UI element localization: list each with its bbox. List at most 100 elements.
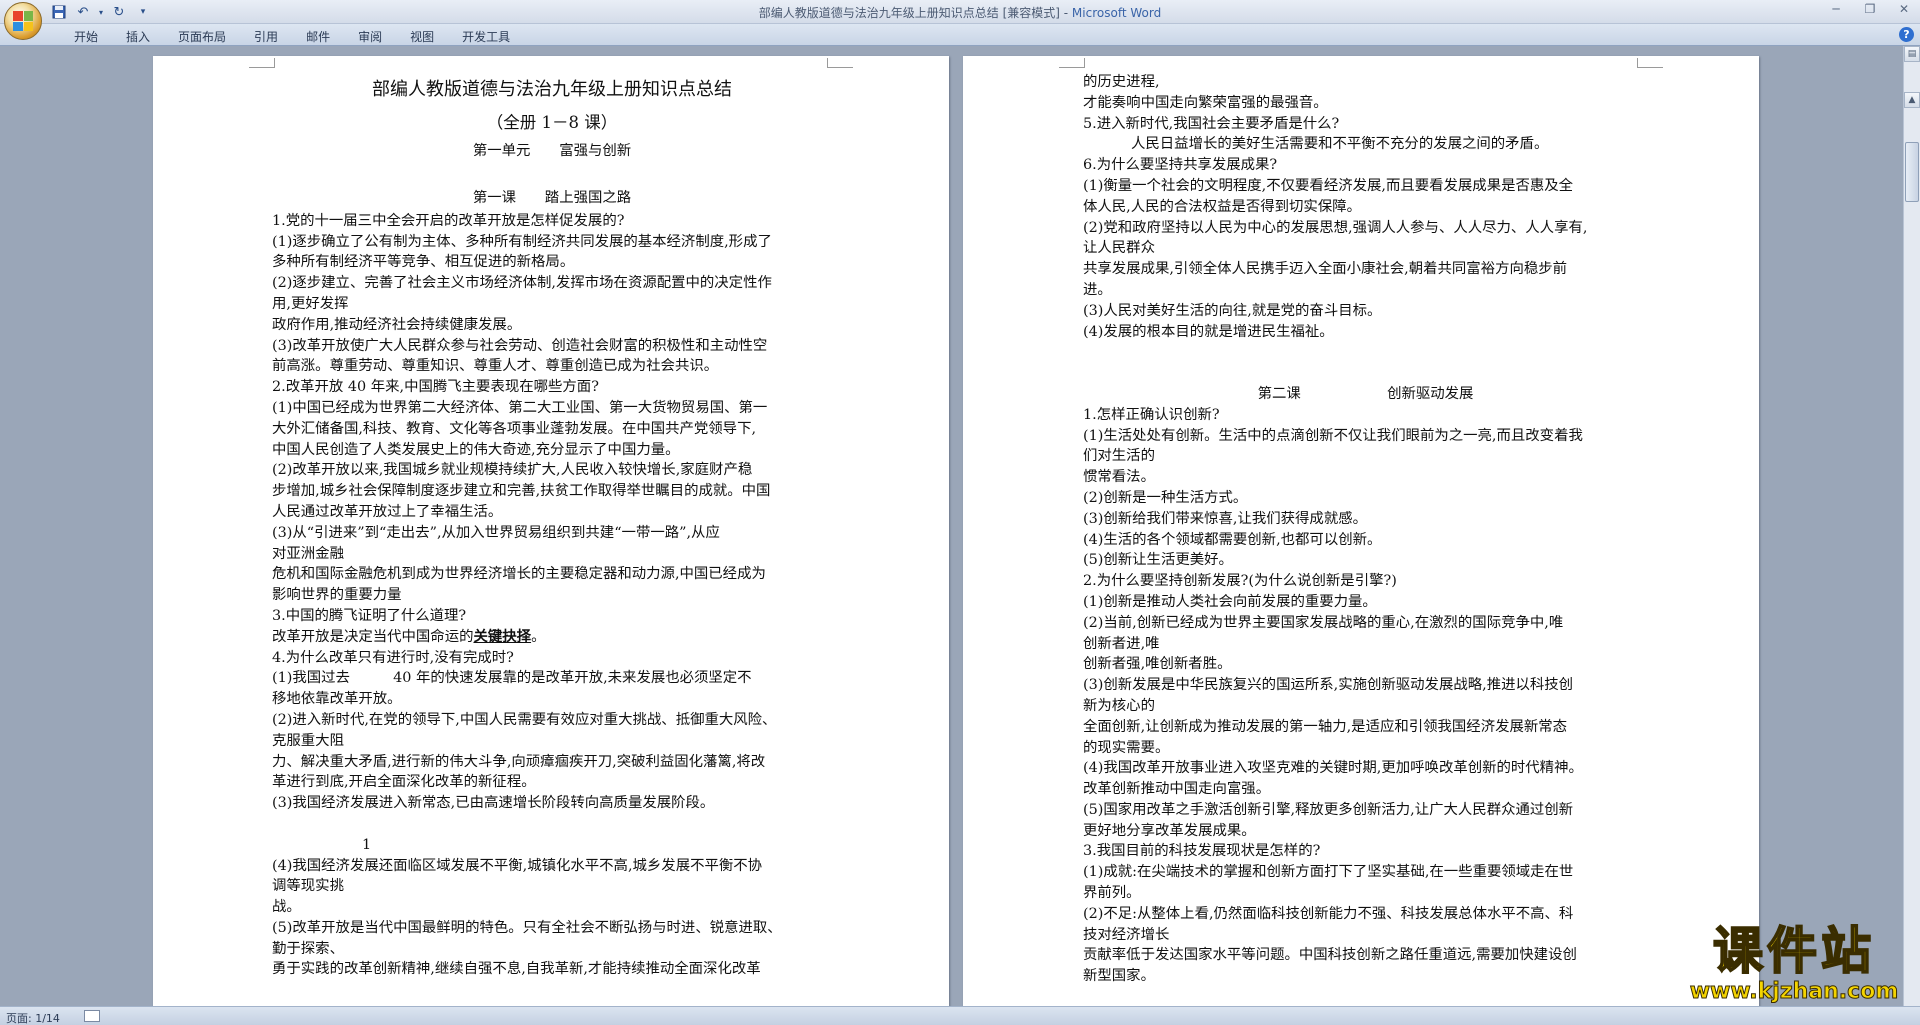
text-line: (4)我国改革开放事业进入攻坚克难的关键时期,更加呼唤改革创新的时代精神。 xyxy=(1083,760,1583,777)
text-line: 让人民群众 xyxy=(1083,240,1155,257)
margin-corner-tl xyxy=(249,58,275,68)
tab-7[interactable]: 视图 xyxy=(396,26,448,47)
text-line: (1)逐步确立了公有制为主体、多种所有制经济共同发展的基本经济制度,形成了 xyxy=(272,233,772,250)
text-line: 改革开放是决定当代中国命运的关键抉择。 xyxy=(272,627,832,648)
text-line: 1.党的十一届三中全会开启的改革开放是怎样促发展的? xyxy=(272,212,625,229)
office-button[interactable] xyxy=(4,2,42,40)
text-line: 5.进入新时代,我国社会主要矛盾是什么? xyxy=(1083,115,1340,132)
text-line: (2)改革开放以来,我国城乡就业规模持续扩大,人民收入较快增长,家庭财产稳 xyxy=(272,462,753,479)
tab-list: 开始 插入 页面布局 引用 邮件 审阅 视图 开发工具 xyxy=(60,26,524,47)
text-line: (3)从“引进来”到“走出去”,从加入世界贸易组织到共建“一带一路”,从应 xyxy=(272,524,720,541)
text-line: 创新者强,唯创新者胜。 xyxy=(1083,656,1232,673)
app-name: Microsoft Word xyxy=(1071,6,1162,20)
document-title-heading: 部编人教版道德与法治九年级上册知识点总结 xyxy=(372,79,732,100)
text-line: 的历史进程, xyxy=(1083,74,1160,90)
lesson-heading: 第一课 踏上强国之路 xyxy=(472,189,632,206)
text-run: 改革开放是决定当代中国命运的 xyxy=(272,628,474,645)
minimize-icon[interactable]: ─ xyxy=(1826,2,1846,16)
text-line: 人民通过改革开放过上了幸福生活。 xyxy=(272,503,503,520)
text-line: 2.改革开放 40 年来,中国腾飞主要表现在哪些方面? xyxy=(272,379,599,396)
text-line: 步增加,城乡社会保障制度逐步建立和完善,扶贫工作取得举世瞩目的成就。中国 xyxy=(272,483,771,500)
tab-3[interactable]: 页面布局 xyxy=(164,26,240,47)
text-line: 全面创新,让创新成为推动发展的第一轴力,是适应和引领我国经济发展新常态 xyxy=(1083,718,1568,735)
text-line: 新为核心的 xyxy=(1083,697,1155,714)
text-line: 界前列。 xyxy=(1083,885,1141,902)
vertical-scrollbar[interactable]: ▤ ▲ xyxy=(1903,46,1920,1006)
text-line: 影响世界的重要力量 xyxy=(272,587,402,604)
scrollbar-thumb[interactable] xyxy=(1905,142,1919,202)
watermark-url: www.kjzhan.com xyxy=(1689,979,1899,1004)
text-line: (3)我国经济发展进入新常态,已由高速增长阶段转向高质量发展阶段。 xyxy=(272,795,715,812)
restore-icon[interactable]: ❐ xyxy=(1860,2,1880,16)
lesson-heading: 第二课 创新驱动发展 xyxy=(1257,385,1474,402)
watermark-logo: 课件站 www.kjzhan.com xyxy=(1668,921,1920,1004)
text-line: 新型国家。 xyxy=(1083,968,1155,985)
text-line: 革进行到底,开启全面深化改革的新征程。 xyxy=(272,774,536,791)
text-line: (1)成就:在尖端技术的掌握和创新方面打下了坚实基础,在一些重要领域走在世 xyxy=(1083,864,1574,881)
text-line: 中国人民创造了人类发展史上的伟大奇迹,充分显示了中国力量。 xyxy=(272,441,680,458)
help-icon[interactable]: ? xyxy=(1899,27,1914,42)
text-line: (4)我国经济发展还面临区域发展不平衡,城镇化水平不高,城乡发展不平衡不协 xyxy=(272,857,763,874)
punctuation: 。 xyxy=(531,628,546,645)
text-line: (2)党和政府坚持以人民为中心的发展思想,强调人人参与、人人尽力、人人享有, xyxy=(1083,219,1588,236)
text-line: 才能奏响中国走向繁荣富强的最强音。 xyxy=(1083,94,1328,111)
text-line: 4.为什么改革只有进行时,没有完成时? xyxy=(272,649,514,666)
text-line: (5)创新让生活更美好。 xyxy=(1083,552,1233,569)
left-page-text[interactable]: 部编人教版道德与法治九年级上册知识点总结 （全册 1－8 课） 第一单元 富强与… xyxy=(272,68,832,980)
title-bar: ↶ ▾ ↻ ▾ 部编人教版道德与法治九年级上册知识点总结 [兼容模式] - Mi… xyxy=(0,0,1920,40)
page-number: 1 xyxy=(362,836,372,853)
text-line: 1.怎样正确认识创新? xyxy=(1083,406,1220,423)
text-line: (2)创新是一种生活方式。 xyxy=(1083,489,1248,506)
page-indicator[interactable]: 页面: 1/14 xyxy=(6,1010,60,1025)
window-controls: ─ ❐ ✕ xyxy=(1826,2,1914,16)
text-line: 力、解决重大矛盾,进行新的伟大斗争,向顽瘴痼疾开刀,突破利益固化藩篱,将改 xyxy=(272,753,766,770)
text-line: (3)创新发展是中华民族复兴的国运所系,实施创新驱动发展战略,推进以科技创 xyxy=(1083,677,1574,694)
proofing-icon[interactable] xyxy=(84,1010,100,1022)
text-line: 创新者进,唯 xyxy=(1083,635,1160,652)
scroll-up-icon[interactable]: ▲ xyxy=(1904,92,1920,108)
text-line: (3)改革开放使广大人民群众参与社会劳动、创造社会财富的积极性和主动性空 xyxy=(272,337,768,354)
text-line: 战。 xyxy=(272,899,301,916)
margin-corner-tl xyxy=(1059,58,1085,68)
text-line: (3)人民对美好生活的向往,就是党的奋斗目标。 xyxy=(1083,302,1382,319)
text-line: 人民日益增长的美好生活需要和不平衡不充分的发展之间的矛盾。 xyxy=(1131,136,1549,153)
text-line: 更好地分享改革发展成果。 xyxy=(1083,822,1256,839)
text-line: 惯常看法。 xyxy=(1083,469,1155,486)
text-line: 移地依靠改革开放。 xyxy=(272,691,402,708)
page-right: 的历史进程, 才能奏响中国走向繁荣富强的最强音。 5.进入新时代,我国社会主要矛盾是… xyxy=(963,56,1759,1006)
tab-6[interactable]: 审阅 xyxy=(344,26,396,47)
text-line: 3.我国目前的科技发展现状是怎样的? xyxy=(1083,843,1321,860)
text-line: (1)我国过去 40 年的快速发展靠的是改革开放,未来发展也必须坚定不 xyxy=(272,670,752,687)
text-line: 体人民,人民的合法权益是否得到切实保障。 xyxy=(1083,198,1361,215)
text-line: (4)生活的各个领域都需要创新,也都可以创新。 xyxy=(1083,531,1382,548)
text-line: 前高涨。尊重劳动、尊重知识、尊重人才、尊重创造已成为社会共识。 xyxy=(272,358,719,375)
document-title: 部编人教版道德与法治九年级上册知识点总结 [兼容模式] - xyxy=(758,6,1072,20)
tab-8[interactable]: 开发工具 xyxy=(448,26,524,47)
text-line: 6.为什么要坚持共享发展成果? xyxy=(1083,157,1278,174)
tab-5[interactable]: 邮件 xyxy=(292,26,344,47)
text-line: 多种所有制经济平等竞争、相互促进的新格局。 xyxy=(272,254,575,271)
office-logo-icon xyxy=(13,11,33,31)
text-line: (3)创新给我们带来惊喜,让我们获得成就感。 xyxy=(1083,510,1367,527)
ruler-toggle-icon[interactable]: ▤ xyxy=(1904,46,1920,62)
document-area[interactable]: 部编人教版道德与法治九年级上册知识点总结 （全册 1－8 课） 第一单元 富强与… xyxy=(0,46,1903,1006)
tab-2[interactable]: 插入 xyxy=(112,26,164,47)
text-line: 调等现实挑 xyxy=(272,878,344,895)
tab-4[interactable]: 引用 xyxy=(240,26,292,47)
text-line: (2)不足:从整体上看,仍然面临科技创新能力不强、科技发展总体水平不高、科 xyxy=(1083,905,1574,922)
text-line: (1)中国已经成为世界第二大经济体、第二大工业国、第一大货物贸易国、第一 xyxy=(272,399,768,416)
text-line: (1)衡量一个社会的文明程度,不仅要看经济发展,而且要看发展成果是否惠及全 xyxy=(1083,177,1574,194)
text-line: (5)国家用改革之手激活创新引擎,释放更多创新活力,让广大人民群众通过创新 xyxy=(1083,801,1574,818)
text-line: 共享发展成果,引领全体人民携手迈入全面小康社会,朝着共同富裕方向稳步前 xyxy=(1083,261,1568,278)
margin-corner-tr xyxy=(827,58,853,68)
tab-1[interactable]: 开始 xyxy=(60,26,112,47)
text-line: (5)改革开放是当代中国最鲜明的特色。只有全社会不断弘扬与时进、锐意进取、 xyxy=(272,919,782,936)
right-page-text[interactable]: 的历史进程, 才能奏响中国走向繁荣富强的最强音。 5.进入新时代,我国社会主要矛盾是… xyxy=(1083,72,1648,987)
text-line: 大外汇储备国,科技、教育、文化等各项事业蓬勃发展。在中国共产党领导下, xyxy=(272,420,757,437)
document-subtitle: （全册 1－8 课） xyxy=(486,113,618,132)
text-line: 2.为什么要坚持创新发展?(为什么说创新是引擎?) xyxy=(1083,573,1397,590)
close-icon[interactable]: ✕ xyxy=(1894,2,1914,16)
text-line: 用,更好发挥 xyxy=(272,295,349,312)
